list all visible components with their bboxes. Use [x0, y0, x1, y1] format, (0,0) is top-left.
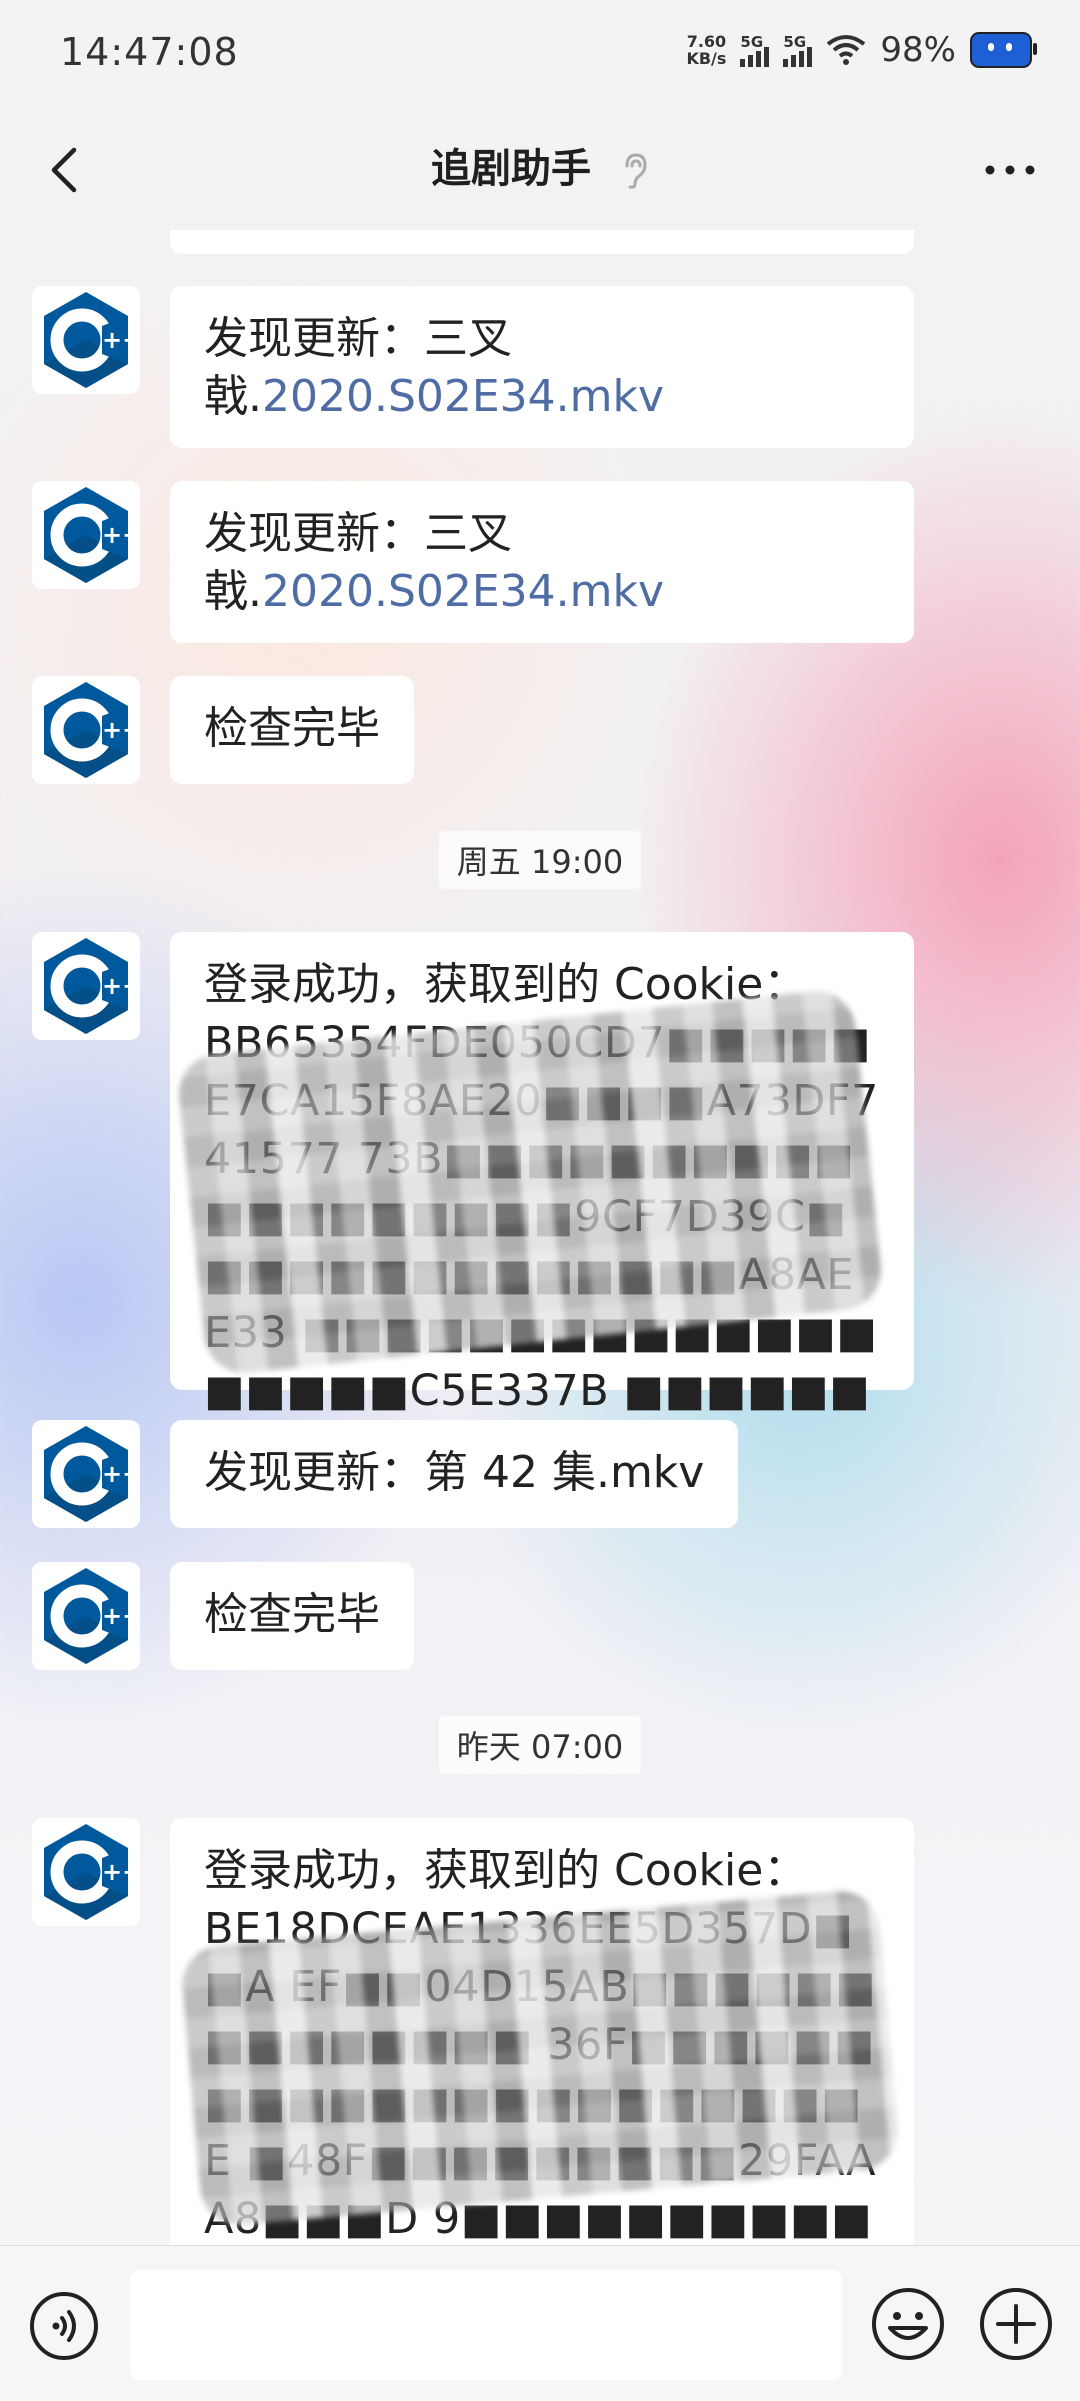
ear-icon: [625, 153, 647, 189]
status-icons: 7.60 KB/s 5G 5G 98%: [686, 30, 1037, 70]
network-speed: 7.60 KB/s: [686, 33, 726, 67]
svg-text:++: ++: [102, 1460, 140, 1488]
chat-title: 追剧助手: [0, 136, 1080, 194]
signal-icon-1: 5G: [740, 33, 770, 67]
filename-link[interactable]: 2020.S02E34.mkv: [262, 566, 664, 617]
message-list[interactable]: ++ 发现更新：三叉戟.2020.S02E34.mkv ++ 发现更新：三叉戟.…: [0, 230, 1080, 2245]
chat-title-text: 追剧助手: [431, 146, 592, 192]
plus-icon[interactable]: [978, 2286, 1054, 2362]
message-bubble[interactable]: 检查完毕: [170, 676, 414, 784]
cpp-logo-icon[interactable]: ++: [32, 932, 142, 1040]
status-bar: 14:47:08 7.60 KB/s 5G 5G 98%: [0, 0, 1080, 112]
message-bubble[interactable]: 检查完毕: [170, 1562, 414, 1670]
voice-icon[interactable]: [28, 2290, 100, 2362]
message-text: 发现更新：第 42 集.mkv: [204, 1447, 705, 1498]
message-text: 检查完毕: [204, 1589, 380, 1640]
svg-text:++: ++: [102, 326, 140, 354]
wifi-icon: [827, 35, 866, 65]
input-bar: [0, 2245, 1080, 2401]
network-speed-value: 7.60: [686, 32, 727, 51]
cpp-logo-icon[interactable]: ++: [32, 286, 142, 394]
cpp-logo-icon[interactable]: ++: [32, 676, 142, 784]
cpp-logo-icon[interactable]: ++: [32, 481, 142, 589]
svg-text:++: ++: [102, 972, 140, 1000]
emoji-icon[interactable]: [870, 2286, 946, 2362]
message-bubble[interactable]: 发现更新：三叉戟.2020.S02E34.mkv: [170, 481, 914, 643]
signal-icon-2: 5G: [783, 33, 813, 67]
message-input[interactable]: [130, 2270, 842, 2380]
timestamp: 周五 19:00: [438, 831, 642, 889]
filename-link[interactable]: 2020.S02E34.mkv: [262, 371, 664, 422]
svg-text:++: ++: [102, 521, 140, 549]
network-speed-unit: KB/s: [686, 49, 727, 68]
timestamp: 昨天 07:00: [438, 1716, 642, 1774]
chat-header: 追剧助手: [0, 112, 1080, 230]
message-text: 登录成功，获取到的 Cookie：: [204, 1845, 808, 1896]
svg-text:++: ++: [102, 716, 140, 744]
svg-text:++: ++: [102, 1858, 140, 1886]
cpp-logo-icon[interactable]: ++: [32, 1562, 142, 1670]
message-bubble-partial: [170, 230, 914, 254]
signal-1-label: 5G: [740, 33, 764, 51]
cpp-logo-icon[interactable]: ++: [32, 1420, 142, 1528]
message-bubble[interactable]: 发现更新：三叉戟.2020.S02E34.mkv: [170, 286, 914, 448]
message-text: 检查完毕: [204, 703, 380, 754]
more-dots-icon[interactable]: [980, 148, 1040, 192]
battery-icon: [970, 32, 1037, 68]
svg-text:++: ++: [102, 1602, 140, 1630]
signal-2-label: 5G: [783, 33, 807, 51]
cpp-logo-icon[interactable]: ++: [32, 1818, 142, 1926]
message-bubble[interactable]: 发现更新：第 42 集.mkv: [170, 1420, 739, 1528]
status-time: 14:47:08: [60, 30, 239, 74]
battery-percent: 98%: [880, 30, 956, 70]
